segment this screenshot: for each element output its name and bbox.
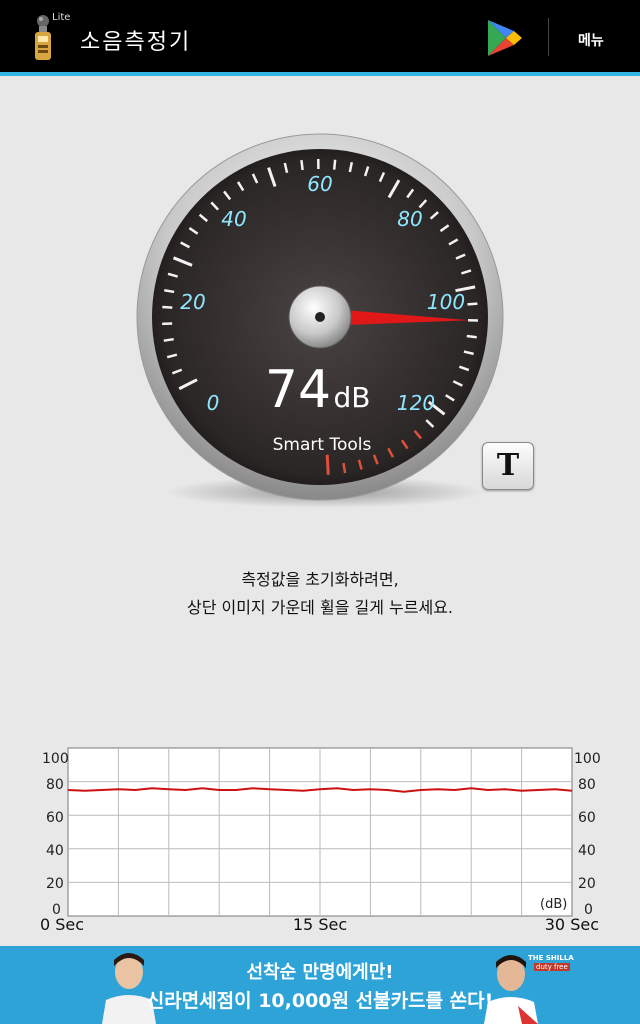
y-left-100: 100 (42, 751, 69, 767)
graph-unit-label: (dB) (540, 897, 567, 912)
gauge-tick (466, 334, 477, 339)
instruction-line-2: 상단 이미지 가운데 휠을 길게 누르세요. (186, 598, 454, 617)
scale-label-100: 100 (427, 290, 465, 314)
y-right-80: 80 (578, 777, 596, 793)
gauge-tick (300, 159, 304, 171)
gauge-tick (163, 337, 174, 342)
gauge-tick (164, 289, 175, 294)
ad-model-right-image (484, 955, 538, 1024)
gauge-tick (342, 462, 347, 474)
scale-label-0: 0 (207, 391, 220, 415)
db-unit: dB (334, 381, 371, 414)
scale-label-20: 20 (180, 290, 205, 314)
instruction-line-1: 측정값을 초기화하려면, (241, 570, 399, 589)
x-label-mid: 15 Sec (293, 915, 347, 934)
gauge-tick (467, 302, 478, 306)
db-history-graph: 100 80 60 40 20 0 100 80 60 40 20 0 (dB)… (40, 747, 601, 934)
y-left-40: 40 (46, 843, 64, 859)
y-right-60: 60 (578, 810, 596, 826)
ad-banner[interactable]: 선착순 만명에게만! 신라면세점이 10,000원 선불카드를 쏜다! THE … (0, 946, 640, 1024)
x-label-start: 0 Sec (40, 915, 84, 934)
scale-label-120: 120 (397, 391, 435, 415)
sound-level-gauge: 0 20 40 60 80 100 120 74 dB Smart Tools (136, 133, 504, 508)
y-right-100: 100 (574, 751, 601, 767)
brand-label: Smart Tools (273, 435, 372, 455)
gauge-tick (332, 159, 337, 170)
scale-label-40: 40 (221, 207, 246, 231)
y-right-40: 40 (578, 843, 596, 859)
gauge-center-pin (315, 312, 325, 322)
graph-y-left-labels: 100 80 60 40 20 0 (42, 751, 69, 918)
y-left-20: 20 (46, 876, 64, 892)
y-right-20: 20 (578, 876, 596, 892)
scale-label-80: 80 (397, 207, 422, 231)
y-left-60: 60 (46, 810, 64, 826)
gauge-tick (325, 454, 330, 475)
scale-label-60: 60 (307, 172, 332, 196)
text-mode-button[interactable]: T (482, 442, 534, 490)
y-left-80: 80 (46, 777, 64, 793)
gauge-tick (162, 305, 173, 309)
graph-y-right-labels: 100 80 60 40 20 0 (574, 751, 601, 918)
ad-subline: 신라면세점이 10,000원 선불카드를 쏜다! (146, 990, 494, 1012)
x-label-end: 30 Sec (545, 915, 599, 934)
db-value: 74 (265, 360, 331, 420)
